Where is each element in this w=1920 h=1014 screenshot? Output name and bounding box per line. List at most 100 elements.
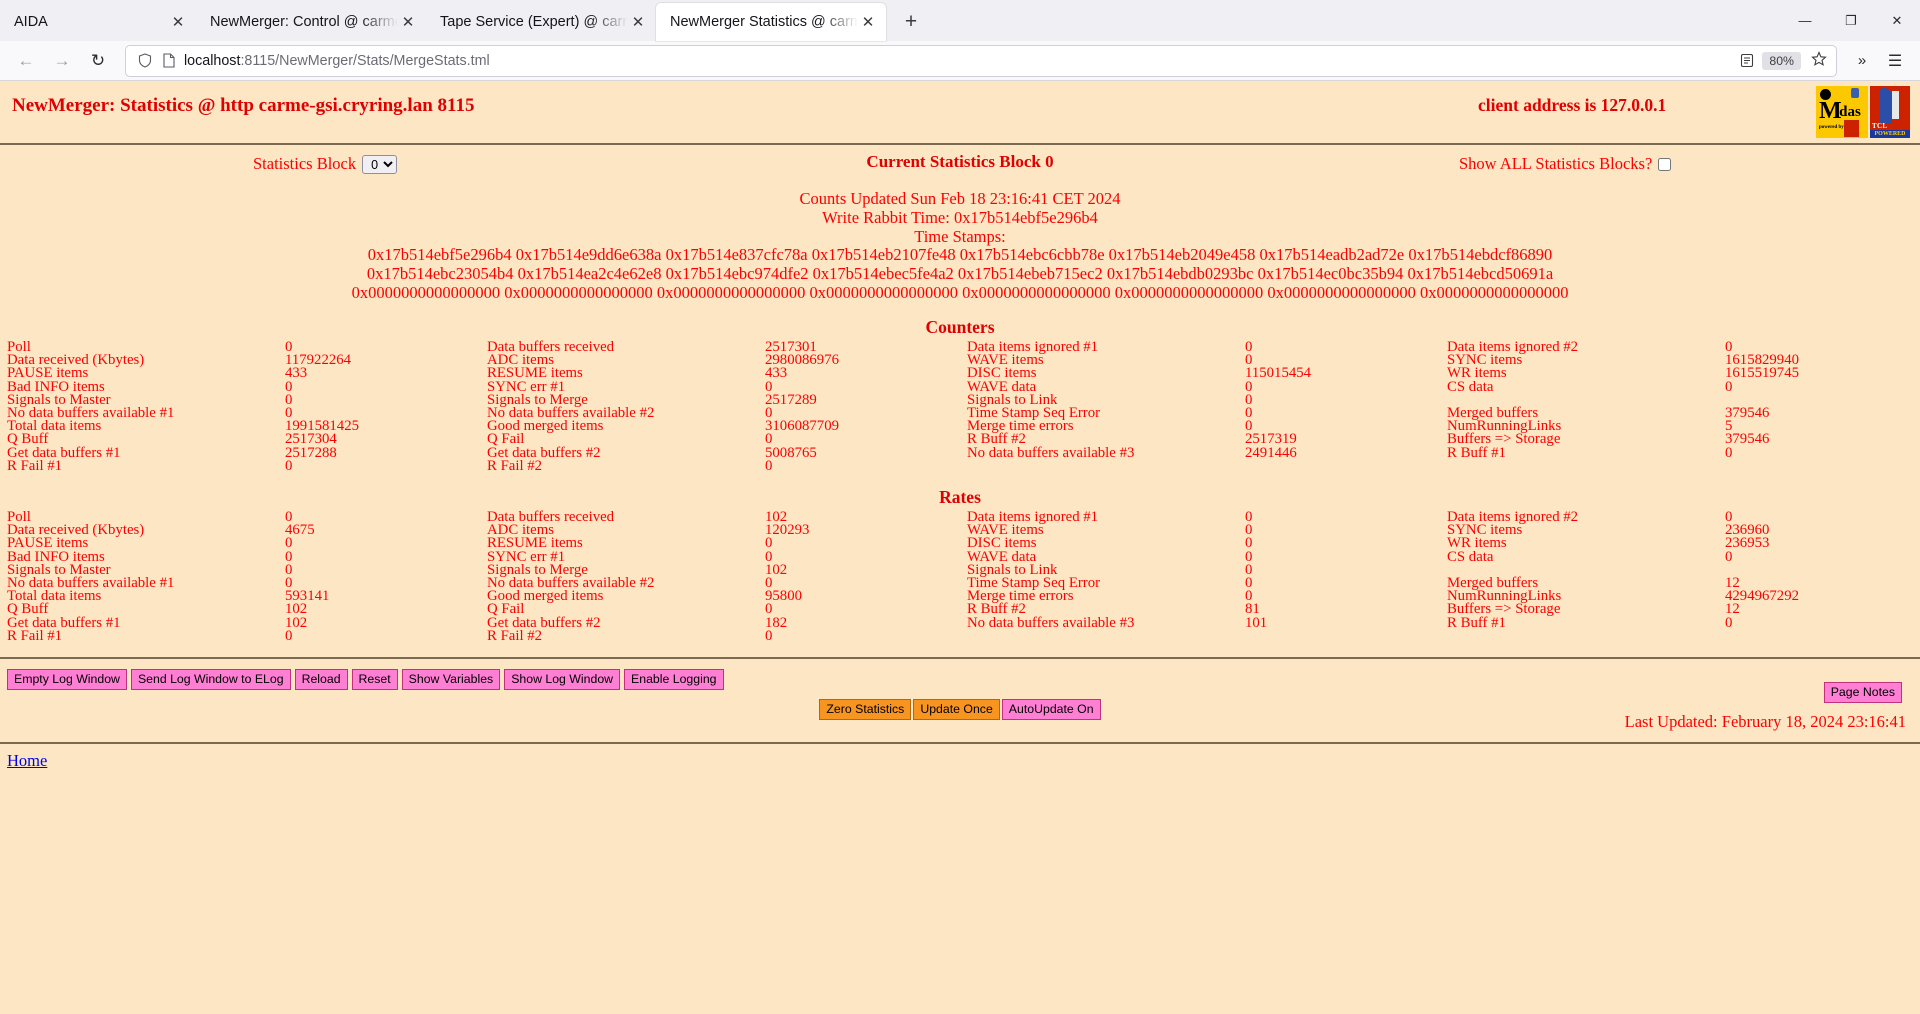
stat-label: No data buffers available #3 [960,617,1245,630]
stat-row: No data buffers available #32491446 [960,447,1440,460]
stat-value: 0 [765,460,960,473]
autoupdate-on-button[interactable]: AutoUpdate On [1002,699,1101,720]
counters-column-3: Data items ignored #10WAVE items0DISC it… [960,341,1440,473]
app-menu-icon[interactable]: ☰ [1879,51,1911,71]
url-host: localhost [184,53,240,69]
update-once-button[interactable]: Update Once [913,699,999,720]
stat-value: 115015454 [1245,367,1440,380]
home-link[interactable]: Home [7,751,47,770]
rates-grid: Poll0Data received (Kbytes)4675PAUSE ite… [0,511,1920,643]
close-window-button[interactable]: ✕ [1874,0,1920,41]
stat-label: CS data [1440,381,1725,394]
stat-value: 102 [285,603,480,616]
tab-label: AIDA [14,3,168,41]
stat-row: CS data0 [1440,381,1920,394]
stat-value: 0 [1245,590,1440,603]
back-icon[interactable]: ← [9,45,43,77]
stat-value: 433 [285,367,480,380]
enable-logging-button[interactable]: Enable Logging [624,669,723,690]
stat-value: 5008765 [765,447,960,460]
maximize-button[interactable]: ❐ [1828,0,1874,41]
stat-row: R Fail #10 [0,630,480,643]
new-tab-button[interactable]: + [894,5,928,39]
navigation-toolbar: ← → ↻ localhost:8115/NewMerger/Stats/Mer… [0,41,1920,81]
minimize-button[interactable]: — [1782,0,1828,41]
reload-button[interactable]: Reload [295,669,348,690]
stat-value: 0 [1245,577,1440,590]
stat-value: 1615519745 [1725,367,1920,380]
counters-column-1: Poll0Data received (Kbytes)117922264PAUS… [0,341,480,473]
stat-value: 0 [1245,407,1440,420]
stat-value: 12 [1725,603,1920,616]
stat-row: R Fail #10 [0,460,480,473]
overflow-menu-icon[interactable]: » [1847,52,1877,69]
stat-value: 102 [765,564,960,577]
browser-tab[interactable]: NewMerger Statistics @ carm✕ [656,3,886,41]
rates-column-3: Data items ignored #10WAVE items0DISC it… [960,511,1440,643]
stat-value: 0 [285,630,480,643]
reset-button[interactable]: Reset [352,669,398,690]
page-content: NewMerger: Statistics @ http carme-gsi.c… [0,81,1920,1014]
empty-log-window-button[interactable]: Empty Log Window [7,669,127,690]
stat-row: Good merged items95800 [480,590,960,603]
stat-label: R Fail #1 [0,630,285,643]
forward-icon[interactable]: → [45,45,79,77]
zero-statistics-button[interactable]: Zero Statistics [819,699,911,720]
stat-value: 0 [1725,551,1920,564]
stat-value: 0 [1245,537,1440,550]
button-row: Empty Log WindowSend Log Window to ELogR… [0,669,1920,699]
counters-section-title: Counters [0,317,1920,338]
stat-row-blank [960,630,1440,643]
browser-tab[interactable]: Tape Service (Expert) @ carm✕ [426,3,656,41]
stat-value: 0 [1245,394,1440,407]
reload-icon[interactable]: ↻ [81,45,115,77]
stat-label [1440,630,1725,643]
stat-row: R Buff #10 [1440,617,1920,630]
rates-column-4: Data items ignored #20SYNC items236960WR… [1440,511,1920,643]
tab-label: NewMerger Statistics @ carm [670,3,858,41]
stat-value: 0 [285,537,480,550]
show-all-blocks-checkbox[interactable] [1658,158,1671,171]
stat-value: 81 [1245,603,1440,616]
close-tab-icon[interactable]: ✕ [628,12,648,32]
stat-value: 2980086976 [765,354,960,367]
stat-value: 0 [1725,381,1920,394]
stat-row: Get data buffers #12517288 [0,447,480,460]
stat-value: 0 [285,394,480,407]
stat-row-blank [1440,460,1920,473]
show-variables-button[interactable]: Show Variables [402,669,501,690]
time-stamp-row: 0x0000000000000000 0x0000000000000000 0x… [0,284,1920,303]
tracking-protection-icon[interactable] [136,52,153,69]
close-tab-icon[interactable]: ✕ [168,12,188,32]
show-log-window-button[interactable]: Show Log Window [504,669,620,690]
stat-value: 101 [1245,617,1440,630]
stat-row: Buffers => Storage379546 [1440,433,1920,446]
close-tab-icon[interactable]: ✕ [398,12,418,32]
close-tab-icon[interactable]: ✕ [858,12,878,32]
stat-label: R Fail #2 [480,630,765,643]
stat-label: No data buffers available #3 [960,447,1245,460]
stat-value: 0 [1725,447,1920,460]
stat-label [1440,460,1725,473]
stat-value: 0 [1245,511,1440,524]
stat-row: Get data buffers #2182 [480,617,960,630]
stat-value: 4294967292 [1725,590,1920,603]
stat-value: 0 [1245,524,1440,537]
browser-tab[interactable]: NewMerger: Control @ carme✕ [196,3,426,41]
stat-row-blank [1440,630,1920,643]
zoom-level-badge[interactable]: 80% [1762,52,1801,70]
center-button-group: Zero StatisticsUpdate OnceAutoUpdate On [0,699,1920,720]
logo-group: Midas powered by TCLPOWERED [1816,86,1910,138]
url-bar[interactable]: localhost:8115/NewMerger/Stats/MergeStat… [125,45,1837,77]
star-icon[interactable] [1808,51,1830,71]
browser-tab[interactable]: AIDA✕ [0,3,196,41]
stat-value: 0 [1725,617,1920,630]
window-controls: — ❐ ✕ [1782,0,1920,41]
stat-value: 433 [765,367,960,380]
url-text[interactable]: localhost:8115/NewMerger/Stats/MergeStat… [184,53,1731,69]
send-log-window-to-elog-button[interactable]: Send Log Window to ELog [131,669,291,690]
stat-value: 0 [285,564,480,577]
stat-row: Get data buffers #1102 [0,617,480,630]
reader-view-icon[interactable] [1738,52,1755,69]
stat-row: WR items1615519745 [1440,367,1920,380]
